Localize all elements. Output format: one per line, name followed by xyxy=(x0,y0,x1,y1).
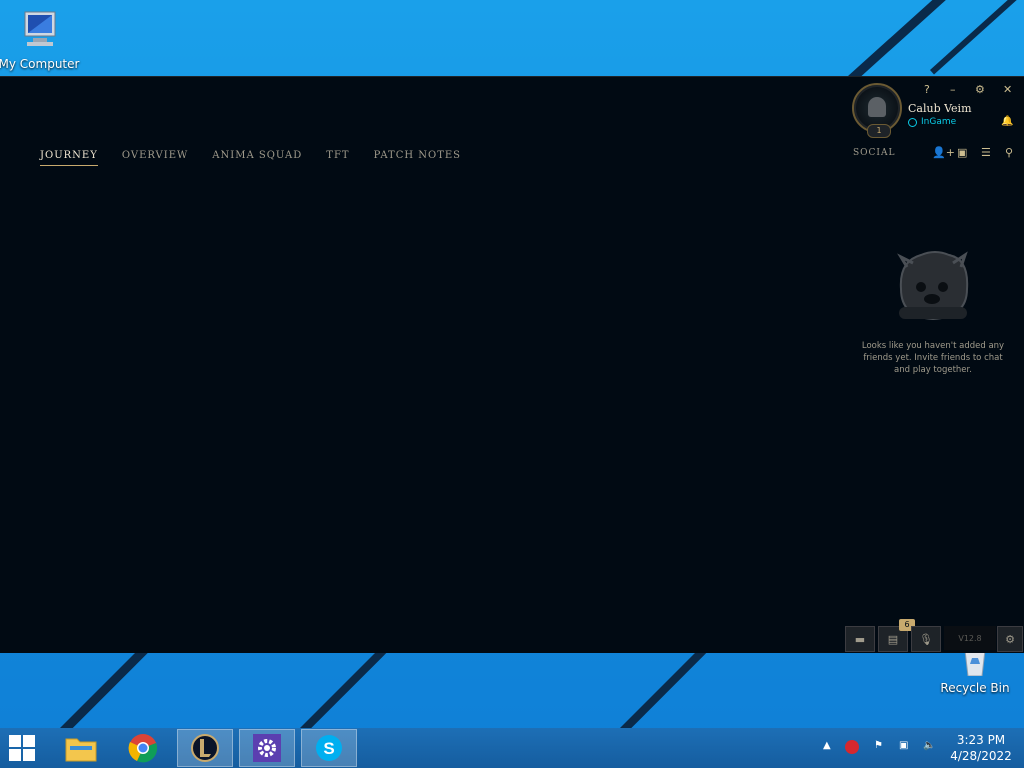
minimize-button[interactable]: – xyxy=(950,83,956,96)
recycle-bin-icon xyxy=(930,649,1020,679)
desktop-stripe xyxy=(620,643,711,734)
settings-app-icon xyxy=(253,734,281,762)
chat-button[interactable]: ▬ xyxy=(845,626,875,652)
desktop-icon-label: My Computer xyxy=(0,57,80,71)
bottom-settings-button[interactable]: ⚙ xyxy=(997,626,1023,652)
add-folder-icon[interactable]: ▣ xyxy=(957,146,967,159)
nav-patch-notes[interactable]: PATCH NOTES xyxy=(374,150,461,166)
desktop-icon-recycle-bin[interactable]: Recycle Bin xyxy=(930,649,1020,695)
empty-friends-message: Looks like you haven't added any friends… xyxy=(861,341,1005,375)
windows-logo-icon xyxy=(9,735,35,761)
poro-icon xyxy=(897,251,969,321)
add-friend-icon[interactable]: 👤+ xyxy=(932,146,955,159)
nav-tft[interactable]: TFT xyxy=(326,150,349,166)
taskbar-chrome[interactable] xyxy=(115,729,171,767)
tray-overflow-icon[interactable]: ▲ xyxy=(823,740,831,751)
help-button[interactable]: ? xyxy=(924,83,930,96)
desktop-icon-my-computer[interactable]: My Computer xyxy=(0,8,84,71)
taskbar-clock[interactable]: 3:23 PM 4/28/2022 xyxy=(946,732,1016,764)
league-client-window: JOURNEY OVERVIEW ANIMA SQUAD TFT PATCH N… xyxy=(0,76,1024,653)
skype-icon: S xyxy=(316,735,342,761)
list-icon[interactable]: ☰ xyxy=(981,146,991,159)
league-logo-icon xyxy=(191,734,219,762)
tray-app-icon[interactable] xyxy=(845,740,859,754)
profile-name: Calub Veim xyxy=(908,102,972,115)
taskbar-league-client[interactable] xyxy=(177,729,233,767)
start-button[interactable] xyxy=(0,729,47,767)
nav-anima-squad[interactable]: ANIMA SQUAD xyxy=(212,150,302,166)
desktop-icon-label: Recycle Bin xyxy=(940,681,1010,695)
volume-muted-icon[interactable]: 🔈 xyxy=(923,740,935,751)
version-label: V12.8 xyxy=(944,626,996,650)
network-icon[interactable]: ▣ xyxy=(899,740,908,751)
helmet-icon xyxy=(868,97,886,117)
level-badge: 1 xyxy=(867,124,891,138)
search-icon[interactable]: ⚲ xyxy=(1005,146,1013,159)
folder-icon xyxy=(65,738,97,762)
taskbar: S ▲ ⚑ ▣ 🔈 xyxy=(0,728,1024,768)
status-text: InGame xyxy=(921,117,957,127)
voice-button[interactable]: 🎙 xyxy=(911,626,941,652)
chrome-icon xyxy=(128,734,158,763)
taskbar-skype[interactable]: S xyxy=(301,729,357,767)
bell-icon[interactable]: 🔔 xyxy=(1001,116,1013,127)
action-center-flag-icon[interactable]: ⚑ xyxy=(874,740,883,751)
taskbar-file-explorer[interactable] xyxy=(53,729,109,767)
profile-status[interactable]: InGame xyxy=(908,117,956,127)
svg-text:S: S xyxy=(323,739,334,758)
status-dot-icon xyxy=(908,117,917,127)
microphone-icon: 🎙 xyxy=(919,632,933,646)
close-button[interactable]: ✕ xyxy=(1003,83,1012,96)
chat-icon: ▬ xyxy=(854,632,866,646)
desktop-stripe xyxy=(60,643,152,735)
clock-date: 4/28/2022 xyxy=(950,749,1012,763)
computer-icon xyxy=(0,8,84,55)
notification-icon: ▤ xyxy=(887,632,899,646)
social-header: SOCIAL xyxy=(853,148,896,158)
desktop-stripe xyxy=(300,643,391,734)
clock-time: 3:23 PM xyxy=(956,733,1006,747)
gear-icon: ⚙ xyxy=(1005,632,1015,646)
nav-journey[interactable]: JOURNEY xyxy=(40,150,98,166)
taskbar-settings-app[interactable] xyxy=(239,729,295,767)
nav-overview[interactable]: OVERVIEW xyxy=(122,150,188,166)
settings-button[interactable]: ⚙ xyxy=(975,83,985,96)
top-navigation: JOURNEY OVERVIEW ANIMA SQUAD TFT PATCH N… xyxy=(40,150,461,166)
profile-avatar[interactable]: 1 xyxy=(852,83,902,138)
desktop-stripe xyxy=(930,0,1024,75)
